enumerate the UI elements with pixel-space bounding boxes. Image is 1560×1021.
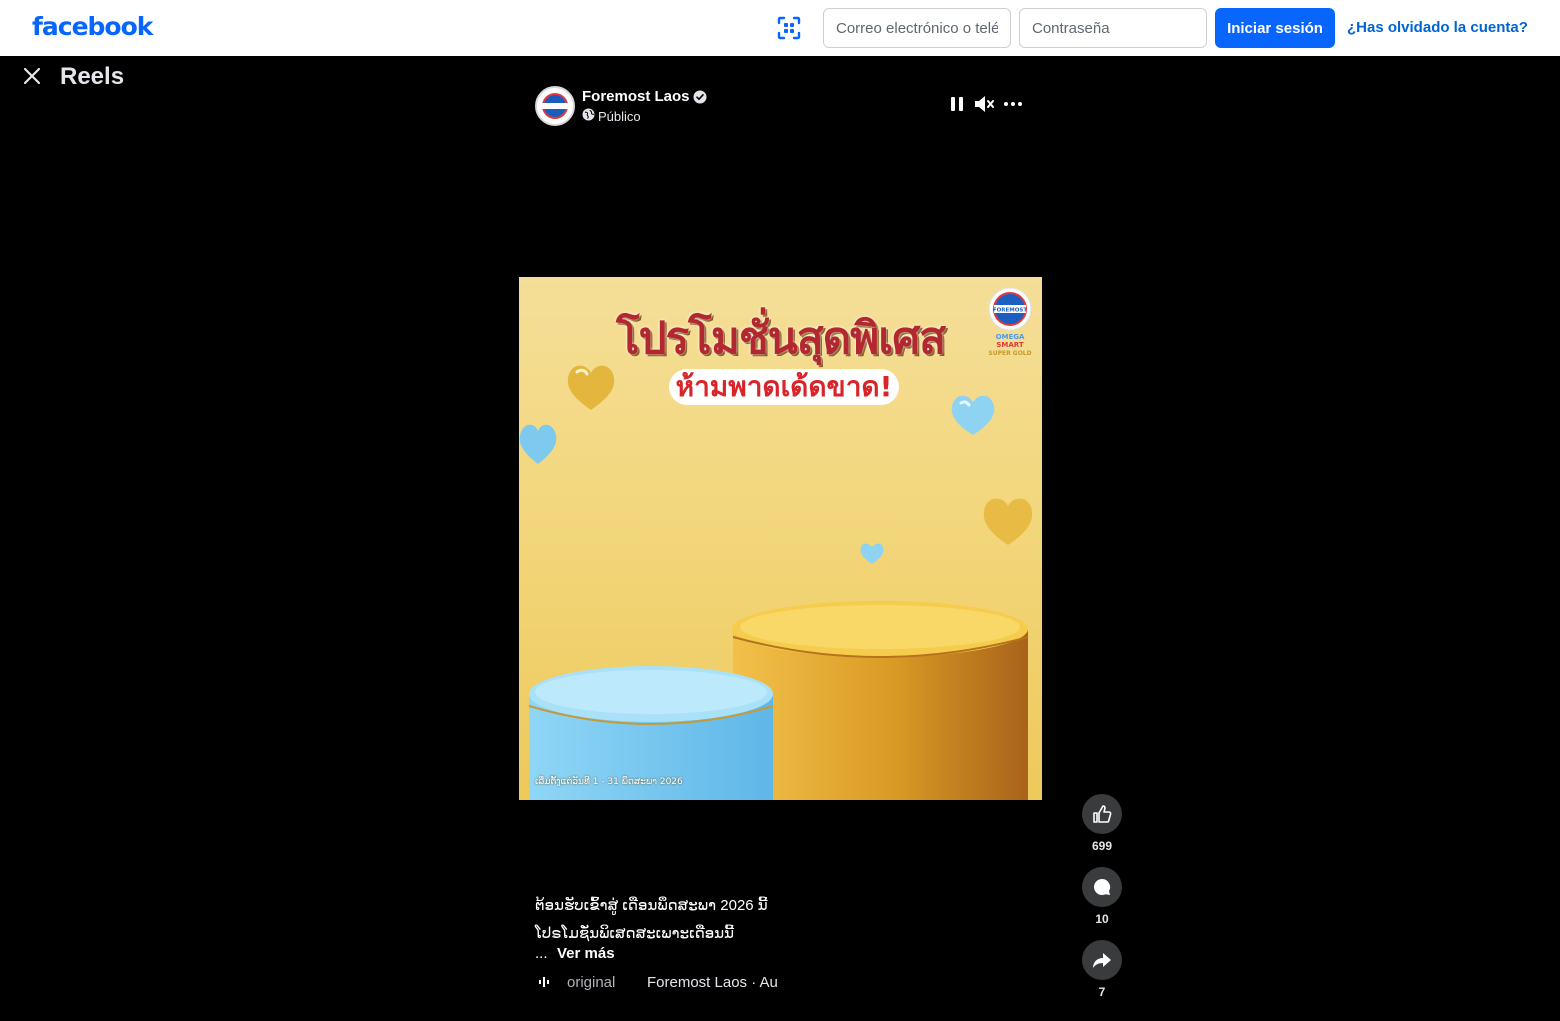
comment-count: 10 <box>1095 912 1109 926</box>
audio-owner[interactable]: Foremost Laos · Au <box>647 974 778 991</box>
email-field[interactable] <box>823 8 1011 48</box>
page-name[interactable]: Foremost Laos <box>582 88 690 105</box>
blue-heart-decoration <box>519 424 557 464</box>
facebook-logo[interactable]: facebook <box>32 12 153 41</box>
audio-waveform-icon <box>536 974 552 990</box>
more-options-icon[interactable] <box>1002 93 1024 115</box>
comment-button[interactable] <box>1082 867 1122 907</box>
svg-text:SUPER GOLD: SUPER GOLD <box>988 350 1031 357</box>
verified-badge-icon <box>693 90 707 104</box>
svg-text:FOREMOST: FOREMOST <box>993 308 1028 314</box>
see-more-button[interactable]: Ver más <box>557 945 615 962</box>
blue-heart-decoration <box>860 543 884 564</box>
page-avatar[interactable] <box>535 86 575 126</box>
globe-icon <box>582 108 595 121</box>
qr-login-icon[interactable] <box>775 14 803 42</box>
forgot-account-link[interactable]: ¿Has olvidado la cuenta? <box>1347 19 1528 36</box>
comment-icon <box>1094 878 1111 895</box>
login-button[interactable]: Iniciar sesión <box>1215 8 1335 48</box>
caption-ellipsis: ... <box>535 945 548 962</box>
like-button[interactable] <box>1082 794 1122 834</box>
mute-icon[interactable] <box>973 93 997 115</box>
avatar-band <box>542 103 568 109</box>
blue-heart-decoration <box>951 395 995 435</box>
share-count: 7 <box>1098 985 1106 999</box>
like-count: 699 <box>1091 839 1113 853</box>
brand-logo: FOREMOST OMEGA SMART SUPER GOLD <box>988 287 1032 357</box>
close-icon[interactable] <box>18 62 46 90</box>
share-arrow-icon <box>1093 953 1111 968</box>
share-button[interactable] <box>1082 940 1122 980</box>
thumbs-up-icon <box>1093 805 1112 823</box>
gold-heart-decoration <box>567 365 615 410</box>
password-field[interactable] <box>1019 8 1207 48</box>
audio-label[interactable]: original <box>567 974 615 991</box>
svg-text:OMEGA: OMEGA <box>996 333 1025 341</box>
page-title: Reels <box>60 63 125 90</box>
reel-video[interactable]: โปรโมชั่นสุดพิเศส ห้ามพาดเด้ดขาด! FOREMO… <box>519 277 1042 800</box>
gold-heart-decoration <box>983 498 1033 545</box>
caption-line: ຕ້ອນຮັບເຂົ້າສູ່ ເດືອນພຶດສະພາ 2026 ນີ້ <box>535 897 768 914</box>
privacy-label: Público <box>598 109 641 124</box>
svg-text:SMART: SMART <box>996 341 1024 349</box>
caption-line: ໂປຣໂມຊັ່ນພິເສດສະເພາະເດືອນນີ້ <box>535 925 735 942</box>
video-subheadline: ห้ามพาดเด้ดขาด! <box>669 369 899 405</box>
pause-icon[interactable] <box>946 93 968 115</box>
video-date-text: ເລີ່ມຕັ້ງແຕ່ວັນທີ 1 - 31 ພຶດສະພາ 2026 <box>535 777 683 787</box>
top-navbar: facebook Iniciar sesión ¿Has olvidado la… <box>0 0 1560 56</box>
